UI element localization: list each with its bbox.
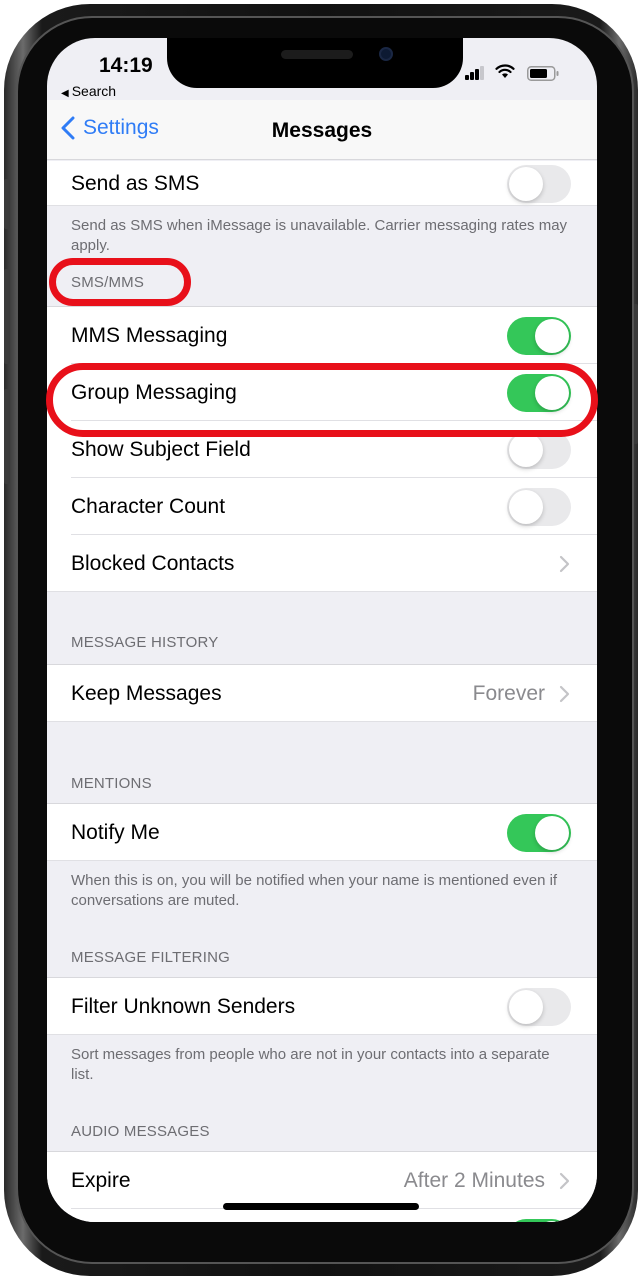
- row-filter-unknown-senders[interactable]: Filter Unknown Senders: [47, 978, 597, 1035]
- section-header-mentions: MENTIONS: [71, 775, 152, 792]
- navigation-bar: Settings Messages: [47, 100, 597, 160]
- row-group-messaging[interactable]: Group Messaging: [47, 364, 597, 421]
- row-value: After 2 Minutes: [403, 1168, 545, 1192]
- section-header-message-history: MESSAGE HISTORY: [71, 634, 219, 651]
- show-subject-field-toggle[interactable]: [507, 430, 571, 469]
- row-label: Expire: [71, 1168, 131, 1192]
- row-keep-messages[interactable]: Keep Messages Forever: [47, 665, 597, 722]
- screen: 14:19 ◀ Search Settings Messages Send as…: [47, 38, 597, 1222]
- divider: [47, 860, 597, 861]
- row-label: Keep Messages: [71, 681, 222, 705]
- back-app-label: Search: [71, 83, 117, 99]
- row-partially-visible[interactable]: [47, 1209, 597, 1222]
- row-label: MMS Messaging: [71, 323, 228, 347]
- toggle-knob: [509, 489, 543, 524]
- toggle-knob: [509, 432, 543, 467]
- divider: [47, 721, 597, 722]
- toggle-knob: [535, 375, 569, 410]
- row-expire[interactable]: Expire After 2 Minutes: [47, 1152, 597, 1209]
- home-indicator[interactable]: [223, 1203, 419, 1210]
- row-label: Send as SMS: [71, 171, 200, 195]
- toggle-knob: [509, 166, 543, 201]
- row-blocked-contacts[interactable]: Blocked Contacts: [47, 535, 597, 592]
- front-camera: [379, 47, 393, 61]
- mms-messaging-toggle[interactable]: [507, 316, 571, 355]
- cellular-signal-icon: [465, 66, 485, 80]
- row-label: Notify Me: [71, 820, 160, 844]
- toggle-knob: [535, 1220, 569, 1222]
- row-notify-me[interactable]: Notify Me: [47, 804, 597, 861]
- row-label: Character Count: [71, 494, 226, 518]
- chevron-right-icon: [559, 1172, 570, 1189]
- send-as-sms-toggle[interactable]: [507, 164, 571, 203]
- row-label: Filter Unknown Senders: [71, 994, 296, 1018]
- section-header-sms-mms: SMS/MMS: [71, 274, 145, 291]
- speaker: [281, 50, 353, 59]
- filter-unknown-footer: Sort messages from people who are not in…: [71, 1046, 550, 1083]
- notify-me-footer: When this is on, you will be notified wh…: [71, 872, 558, 909]
- volume-up-button: [4, 269, 10, 364]
- volume-down-button: [4, 389, 10, 484]
- toggle-knob: [535, 815, 569, 850]
- partial-row-toggle[interactable]: [507, 1218, 571, 1222]
- mute-switch: [4, 179, 10, 229]
- row-value: Forever: [472, 681, 545, 705]
- divider: [47, 1034, 597, 1035]
- toggle-knob: [535, 318, 569, 353]
- page-title: Messages: [271, 119, 373, 142]
- row-label: Show Subject Field: [71, 437, 251, 461]
- wifi-icon: [495, 64, 515, 78]
- chevron-right-icon: [559, 685, 570, 702]
- status-time: 14:19: [99, 54, 153, 77]
- divider: [47, 591, 597, 592]
- character-count-toggle[interactable]: [507, 487, 571, 526]
- section-header-message-filtering: MESSAGE FILTERING: [71, 949, 230, 966]
- filter-unknown-senders-toggle[interactable]: [507, 987, 571, 1026]
- row-send-as-sms[interactable]: Send as SMS: [47, 161, 597, 206]
- send-as-sms-footer: Send as SMS when iMessage is unavailable…: [71, 217, 568, 254]
- row-show-subject-field[interactable]: Show Subject Field: [47, 421, 597, 478]
- notch: [167, 38, 463, 88]
- back-triangle-icon: ◀: [61, 88, 69, 99]
- row-label: Blocked Contacts: [71, 551, 235, 575]
- row-label: Group Messaging: [71, 380, 237, 404]
- chevron-right-icon: [559, 555, 570, 572]
- notify-me-toggle[interactable]: [507, 813, 571, 852]
- settings-list: Send as SMS Send as SMS when iMessage is…: [47, 161, 597, 1222]
- section-header-audio-messages: AUDIO MESSAGES: [71, 1123, 210, 1140]
- group-messaging-toggle[interactable]: [507, 373, 571, 412]
- row-mms-messaging[interactable]: MMS Messaging: [47, 307, 597, 364]
- battery-icon: [527, 66, 559, 81]
- row-character-count[interactable]: Character Count: [47, 478, 597, 535]
- toggle-knob: [509, 989, 543, 1024]
- divider: [47, 205, 597, 206]
- back-to-app-link[interactable]: ◀ Search: [61, 83, 116, 99]
